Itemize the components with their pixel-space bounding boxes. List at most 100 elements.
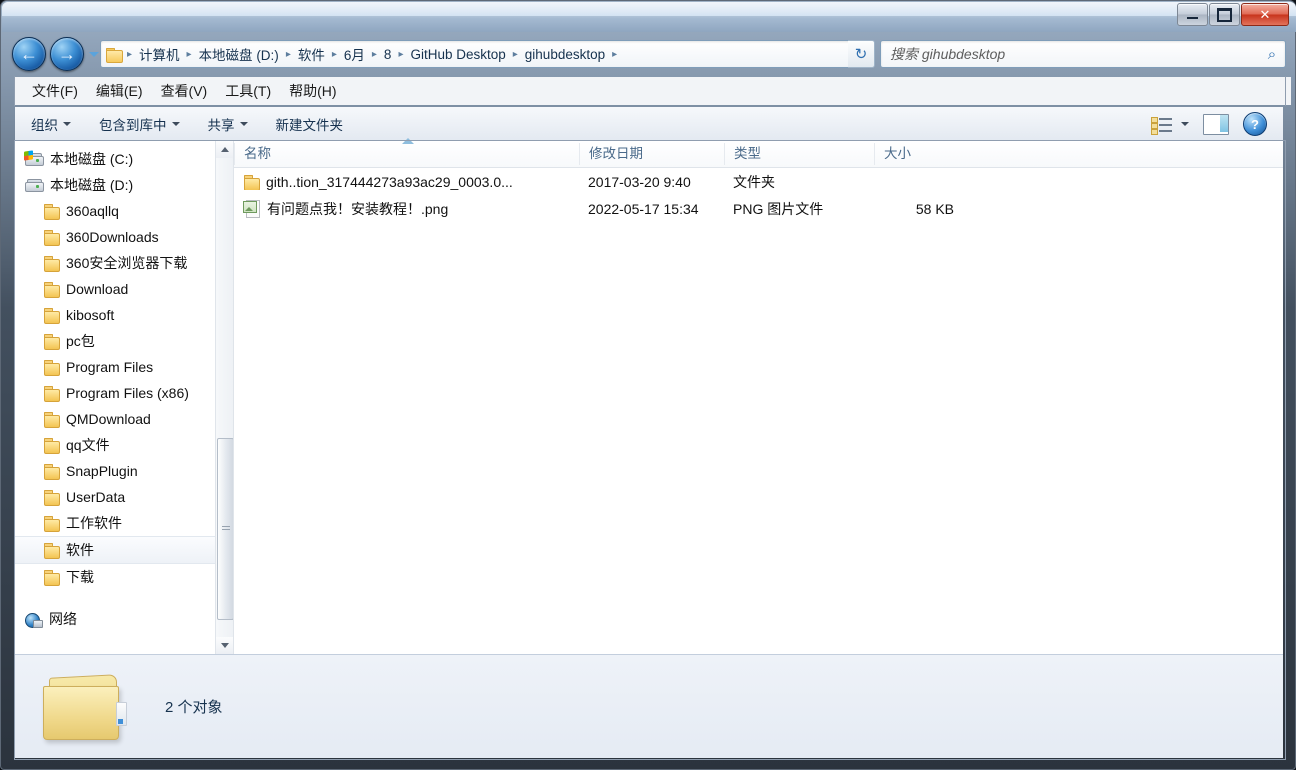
minimize-button[interactable] bbox=[1177, 3, 1208, 26]
file-type-cell: PNG 图片文件 bbox=[733, 200, 824, 217]
breadcrumb-separator: ▸ bbox=[285, 48, 291, 60]
toolbar-button-label: 共享 bbox=[207, 118, 235, 133]
sidebar-item-5[interactable]: Download bbox=[15, 276, 233, 302]
sidebar-item-14[interactable]: 工作软件 bbox=[15, 510, 233, 536]
close-button[interactable]: ✕ bbox=[1241, 3, 1289, 26]
file-name-cell[interactable]: gith..tion_317444273a93ac29_0003.0... bbox=[234, 174, 579, 190]
address-bar[interactable]: ▸ 计算机 ▸ 本地磁盘 (D:) ▸ 软件 ▸ 6月 ▸ 8 ▸ GitHub Desktop ▸ gi… bbox=[100, 40, 866, 68]
sidebar-item-16[interactable]: 下载 bbox=[15, 564, 233, 590]
chevron-up-icon bbox=[220, 147, 229, 152]
maximize-button[interactable] bbox=[1209, 3, 1240, 26]
preview-pane-button[interactable] bbox=[1203, 113, 1229, 135]
search-box[interactable]: 搜索 gihubdesktop ⌕ bbox=[880, 40, 1286, 68]
breadcrumb-separator: ▸ bbox=[371, 48, 377, 60]
back-button[interactable]: ← bbox=[12, 37, 46, 71]
search-input[interactable]: 搜索 gihubdesktop bbox=[881, 44, 1259, 64]
table-row[interactable]: 有问题点我！安装教程！.png 2022-05-17 15:34 PNG 图片文件 5… bbox=[234, 195, 1283, 222]
folder-icon bbox=[43, 334, 60, 350]
toolbar-button-2[interactable]: 共享 bbox=[196, 110, 260, 138]
file-name-label: gith..tion_317444273a93ac29_0003.0... bbox=[266, 173, 513, 190]
forward-button[interactable]: → bbox=[50, 37, 84, 71]
toolbar-button-3[interactable]: 新建文件夹 bbox=[264, 110, 356, 138]
sidebar-item-3[interactable]: 360Downloads bbox=[15, 224, 233, 250]
breadcrumb-item-6[interactable]: gihubdesktop bbox=[522, 45, 608, 64]
folder-icon bbox=[43, 360, 60, 376]
recent-pages-chevron-down-icon[interactable] bbox=[89, 51, 99, 57]
change-view-button[interactable] bbox=[1151, 116, 1189, 135]
toolbar-button-1[interactable]: 包含到库中 bbox=[87, 110, 192, 138]
folder-icon bbox=[243, 174, 260, 190]
file-name-cell[interactable]: 有问题点我！安装教程！.png bbox=[234, 199, 579, 219]
sidebar-item-label: kibosoft bbox=[66, 307, 115, 323]
sidebar-item-17[interactable]: 网络 bbox=[15, 606, 233, 632]
navigation-buttons: ← → bbox=[12, 37, 99, 71]
column-header-0[interactable]: 名称 bbox=[234, 143, 579, 165]
menu-item-2[interactable]: 查看(V) bbox=[152, 78, 217, 104]
sidebar-item-label: 工作软件 bbox=[66, 515, 122, 531]
nav-pane-scrollbar[interactable] bbox=[215, 141, 233, 654]
sidebar-item-1[interactable]: 本地磁盘 (D:) bbox=[15, 172, 233, 198]
sidebar-item-4[interactable]: 360安全浏览器下载 bbox=[15, 250, 233, 276]
column-header-1[interactable]: 修改日期 bbox=[579, 143, 724, 165]
chevron-down-icon bbox=[63, 122, 71, 126]
large-folder-icon bbox=[43, 672, 127, 742]
sidebar-item-label: 网络 bbox=[49, 611, 77, 627]
toolbar-button-label: 包含到库中 bbox=[99, 118, 167, 133]
folder-icon bbox=[43, 230, 60, 246]
file-name-label: 有问题点我！安装教程！.png bbox=[267, 200, 449, 217]
folder-icon bbox=[43, 516, 60, 532]
column-header-2[interactable]: 类型 bbox=[724, 143, 874, 165]
breadcrumb-item-4[interactable]: 8 bbox=[381, 45, 395, 64]
sidebar-item-6[interactable]: kibosoft bbox=[15, 302, 233, 328]
sidebar-item-15[interactable]: 软件 bbox=[15, 536, 233, 564]
drive-icon bbox=[25, 178, 44, 192]
folder-icon bbox=[43, 256, 60, 272]
search-icon[interactable]: ⌕ bbox=[1259, 46, 1285, 63]
menu-item-0[interactable]: 文件(F) bbox=[23, 78, 87, 104]
breadcrumb-item-3[interactable]: 6月 bbox=[341, 42, 368, 66]
column-header-3[interactable]: 大小 bbox=[874, 143, 974, 165]
column-headers: 名称 修改日期 类型 大小 bbox=[234, 138, 1283, 168]
breadcrumb-separator[interactable]: ▸ bbox=[608, 49, 621, 60]
folder-icon bbox=[106, 47, 123, 63]
sidebar-item-label: 360Downloads bbox=[66, 229, 159, 245]
toolbar-button-0[interactable]: 组织 bbox=[19, 110, 83, 138]
breadcrumb-item-5[interactable]: GitHub Desktop bbox=[407, 45, 508, 64]
grip-icon bbox=[221, 526, 230, 532]
table-row[interactable]: gith..tion_317444273a93ac29_0003.0... 201… bbox=[234, 168, 1283, 195]
toolbar-button-label: 新建文件夹 bbox=[275, 118, 344, 133]
folder-icon bbox=[43, 386, 60, 402]
scroll-up-button[interactable] bbox=[216, 141, 233, 158]
sidebar-item-7[interactable]: pc包 bbox=[15, 328, 233, 354]
breadcrumb-item-1[interactable]: 本地磁盘 (D:) bbox=[196, 42, 282, 66]
folder-icon bbox=[43, 204, 60, 220]
chevron-down-icon bbox=[239, 122, 248, 126]
explorer-window: ✕ ← → ▸ 计算机 ▸ 本地磁盘 (D:) ▸ 软件 ▸ 6月 ▸ 8 ▸ GitHub Desk… bbox=[0, 0, 1296, 770]
breadcrumb-separator: ▸ bbox=[127, 48, 133, 60]
sidebar-item-12[interactable]: SnapPlugin bbox=[15, 458, 233, 484]
toolbar-right-group: ? bbox=[1151, 112, 1283, 136]
preview-pane-icon bbox=[1220, 114, 1228, 132]
sidebar-item-11[interactable]: qq文件 bbox=[15, 432, 233, 458]
sidebar-item-10[interactable]: QMDownload bbox=[15, 406, 233, 432]
refresh-button[interactable]: ↻ bbox=[848, 40, 875, 68]
file-modified-cell: 2022-05-17 15:34 bbox=[588, 200, 699, 217]
sidebar-item-13[interactable]: UserData bbox=[15, 484, 233, 510]
sidebar-item-label: Program Files (x86) bbox=[66, 385, 189, 401]
menu-item-3[interactable]: 工具(T) bbox=[216, 78, 280, 104]
folder-icon bbox=[43, 490, 60, 506]
png-file-icon bbox=[243, 200, 260, 218]
scroll-down-button[interactable] bbox=[216, 637, 233, 654]
menu-item-4[interactable]: 帮助(H) bbox=[280, 78, 345, 104]
sidebar-item-0[interactable]: 本地磁盘 (C:) bbox=[15, 146, 233, 172]
help-button[interactable]: ? bbox=[1243, 112, 1267, 136]
sidebar-item-2[interactable]: 360aqllq bbox=[15, 198, 233, 224]
sidebar-item-9[interactable]: Program Files (x86) bbox=[15, 380, 233, 406]
breadcrumb-item-2[interactable]: 软件 bbox=[295, 42, 328, 66]
navigation-pane: 本地磁盘 (C:) 本地磁盘 (D:) 360aqllq 360Downloads 36… bbox=[15, 141, 234, 654]
breadcrumb-item-0[interactable]: 计算机 bbox=[136, 42, 183, 66]
scrollbar-thumb[interactable] bbox=[217, 438, 233, 620]
menu-item-1[interactable]: 编辑(E) bbox=[87, 78, 152, 104]
chevron-down-icon bbox=[171, 122, 180, 126]
sidebar-item-8[interactable]: Program Files bbox=[15, 354, 233, 380]
